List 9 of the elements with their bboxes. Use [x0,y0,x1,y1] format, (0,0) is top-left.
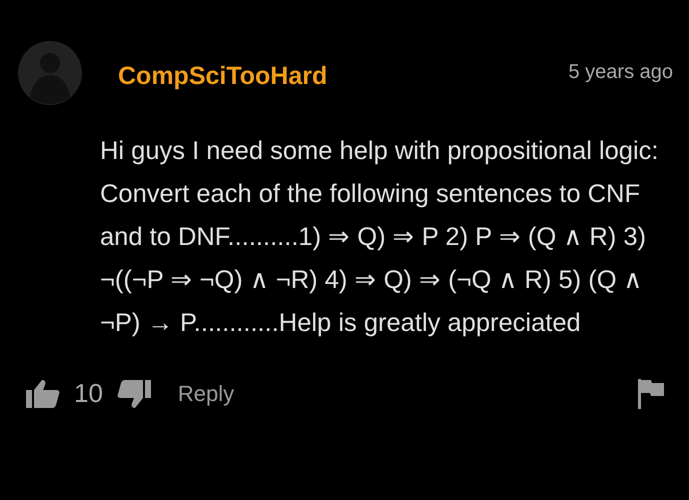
comment-text: Hi guys I need some help with propositional logic: Convert each of the following sentences to CNF and to DNF..........1) ⇒ Q) ⇒ P 2) P ⇒ (Q ∧ R) 3) ¬((¬P ⇒ ¬Q) ∧ ¬R) 4) ⇒ Q) ⇒ (¬Q ∧ R) 5) (Q ∧ ¬P) → P............Help is greatly appreciated [100,136,660,339]
avatar-icon [18,41,82,105]
timestamp: 5 years ago [568,60,673,84]
thumbs-down-icon[interactable] [116,380,151,408]
like-count: 10 [74,378,103,409]
thumbs-up-icon[interactable] [26,380,60,408]
flag-icon[interactable] [638,378,664,408]
reply-button[interactable]: Reply [178,380,234,406]
username[interactable]: CompSciTooHard [118,62,328,90]
